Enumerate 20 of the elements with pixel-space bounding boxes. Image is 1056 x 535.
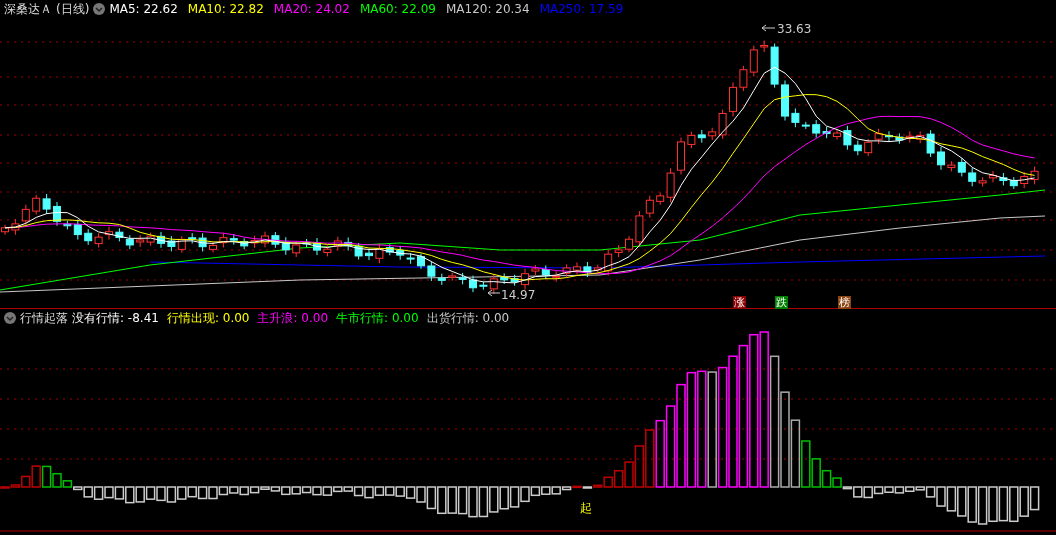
ma-legend-value: MA60: 22.09 [359, 1, 436, 18]
high-price-label: 33.63 [777, 21, 812, 38]
ma-legend-value: MA120: 20.34 [445, 1, 530, 18]
indicator-legend-value: 牛市行情: 0.00 [336, 310, 419, 327]
indicator-legend-value: 行情出现: 0.00 [166, 310, 250, 327]
indicator-legend-value: 没有行情: -8.41 [72, 310, 159, 327]
ma-legend-value: MA20: 24.02 [273, 1, 350, 18]
signal-tag: 榜 [838, 296, 851, 309]
signal-tag: 跌 [775, 296, 788, 309]
indicator-title: 行情起落 [20, 310, 68, 327]
start-marker: 起 [580, 500, 592, 517]
indicator-legend-value: 主升浪: 0.00 [257, 310, 329, 327]
period-label: (日线) [56, 1, 90, 18]
signal-tag: 涨 [733, 296, 746, 309]
indicator-legend-value: 出货行情: 0.00 [426, 310, 510, 327]
ma-legend-value: MA250: 17.59 [539, 1, 624, 18]
low-price-label: 14.97 [501, 287, 536, 304]
ma-legend-value: MA10: 22.82 [187, 1, 264, 18]
ma-legend-value: MA5: 22.62 [109, 1, 178, 18]
stock-title: 深桑达Ａ [4, 1, 52, 18]
